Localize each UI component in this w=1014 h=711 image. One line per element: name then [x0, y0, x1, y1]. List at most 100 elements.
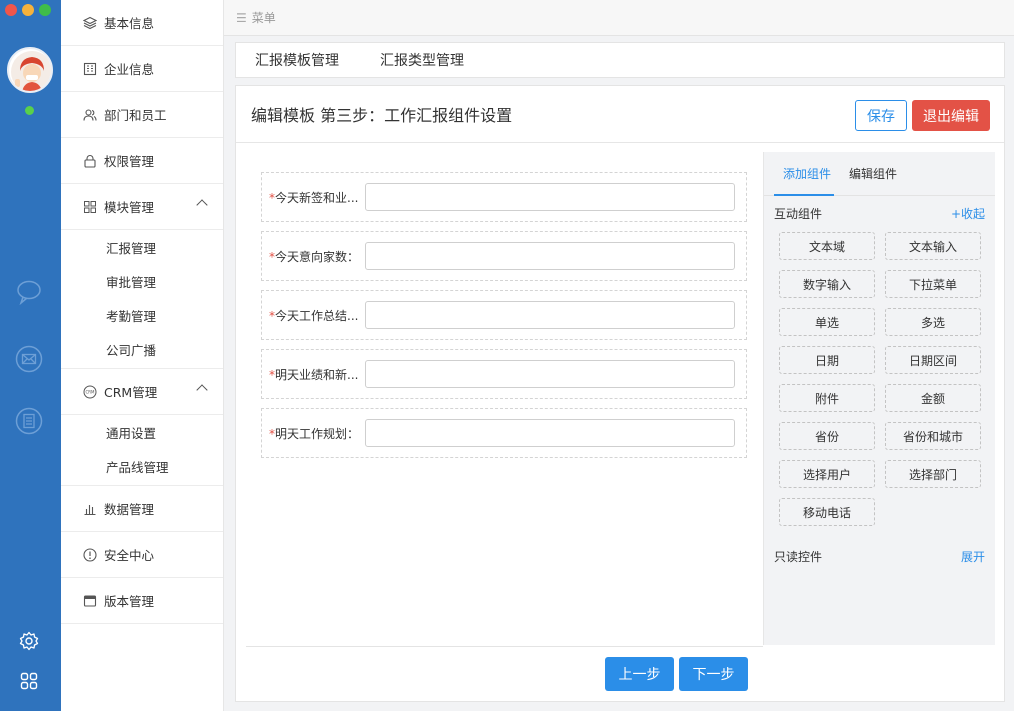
component-item[interactable]: 选择用户	[779, 460, 875, 488]
sidebar-item-label: 数据管理	[104, 502, 155, 517]
svg-text:CRM: CRM	[85, 389, 95, 394]
apps-grid-icon[interactable]	[14, 666, 44, 696]
divider	[246, 646, 763, 647]
minimize-window-button[interactable]	[22, 4, 34, 16]
field-label: *明天工作规划：	[269, 425, 365, 442]
chevron-up-icon[interactable]	[196, 384, 208, 396]
mail-icon[interactable]	[14, 344, 44, 374]
sidebar-item-departments[interactable]: 部门和员工	[61, 92, 223, 138]
chevron-up-icon[interactable]	[196, 199, 208, 211]
sidebar-item-version[interactable]: 版本管理	[61, 578, 223, 624]
expand-link[interactable]: 展开	[961, 548, 985, 565]
sidebar-subitem-general-settings[interactable]: 通用设置	[61, 415, 223, 449]
sidebar-subitem-broadcast[interactable]: 公司广播	[61, 332, 223, 366]
panel-header: 编辑模板 第三步：工作汇报组件设置 保存 退出编辑	[236, 86, 1004, 143]
text-input[interactable]	[365, 360, 735, 388]
sidebar-subitem-product-lines[interactable]: 产品线管理	[61, 449, 223, 483]
sidebar-item-label: CRM管理	[104, 385, 158, 400]
modules-submenu: 汇报管理 审批管理 考勤管理 公司广播	[61, 230, 223, 369]
text-input[interactable]	[365, 301, 735, 329]
component-item[interactable]: 移动电话	[779, 498, 875, 526]
sidebar: 基本信息 企业信息 部门和员工 权限管理 模块管理 汇报管理 审批管理 考勤管理…	[61, 0, 224, 711]
left-rail	[0, 0, 61, 711]
component-item[interactable]: 省份	[779, 422, 875, 450]
text-input[interactable]	[365, 419, 735, 447]
component-item[interactable]: 文本输入	[885, 232, 981, 260]
sidebar-item-label: 版本管理	[104, 594, 155, 609]
interactive-section-header: 互动组件 +收起	[764, 198, 995, 228]
form-field-row[interactable]: *今天新签和业...	[261, 172, 747, 222]
component-item[interactable]: 多选	[885, 308, 981, 336]
sidebar-item-permissions[interactable]: 权限管理	[61, 138, 223, 184]
menu-label[interactable]: 菜单	[252, 9, 276, 26]
maximize-window-button[interactable]	[39, 4, 51, 16]
field-label-text: 今天新签和业...	[275, 190, 359, 205]
form-preview: *今天新签和业... *今天意向家数： *今天工作总结... *明天业绩和新..…	[261, 172, 747, 467]
sidebar-item-company-info[interactable]: 企业信息	[61, 46, 223, 92]
sidebar-item-modules[interactable]: 模块管理	[61, 184, 223, 230]
sidebar-subitem-approval[interactable]: 审批管理	[61, 264, 223, 298]
sidebar-item-label: 模块管理	[104, 200, 155, 215]
tab-report-templates[interactable]: 汇报模板管理	[255, 50, 339, 70]
list-doc-icon[interactable]	[14, 406, 44, 436]
avatar[interactable]	[7, 47, 53, 93]
settings-gear-icon[interactable]	[14, 626, 44, 656]
building-icon	[82, 61, 97, 76]
field-label: *明天业绩和新...	[269, 366, 365, 383]
users-icon	[82, 107, 97, 122]
window-controls	[5, 4, 51, 16]
sidebar-item-security[interactable]: 安全中心	[61, 532, 223, 578]
tab-report-types[interactable]: 汇报类型管理	[380, 50, 464, 70]
component-item[interactable]: 数字输入	[779, 270, 875, 298]
component-panel: 添加组件 编辑组件 互动组件 +收起 文本域 文本输入 数字输入 下拉菜单 单选…	[763, 152, 995, 645]
field-label-text: 今天工作总结...	[275, 308, 359, 323]
modules-icon	[82, 199, 97, 214]
chat-bubble-icon[interactable]	[14, 277, 44, 307]
close-window-button[interactable]	[5, 4, 17, 16]
lock-icon	[82, 153, 97, 168]
page-title: 编辑模板 第三步：工作汇报组件设置	[251, 106, 513, 125]
field-label: *今天意向家数：	[269, 248, 365, 265]
form-field-row[interactable]: *明天业绩和新...	[261, 349, 747, 399]
layers-icon	[82, 15, 97, 30]
component-item[interactable]: 附件	[779, 384, 875, 412]
component-item[interactable]: 下拉菜单	[885, 270, 981, 298]
next-step-button[interactable]: 下一步	[679, 657, 748, 691]
hamburger-menu-icon[interactable]: ☰	[236, 11, 247, 25]
component-item[interactable]: 日期区间	[885, 346, 981, 374]
previous-step-button[interactable]: 上一步	[605, 657, 674, 691]
sidebar-item-label: 企业信息	[104, 62, 155, 77]
form-field-row[interactable]: *今天意向家数：	[261, 231, 747, 281]
form-field-row[interactable]: *明天工作规划：	[261, 408, 747, 458]
online-status-dot	[25, 106, 34, 115]
text-input[interactable]	[365, 183, 735, 211]
sidebar-item-basic-info[interactable]: 基本信息	[61, 0, 223, 46]
component-item[interactable]: 金额	[885, 384, 981, 412]
component-item[interactable]: 文本域	[779, 232, 875, 260]
readonly-section-header: 只读控件 展开	[764, 541, 995, 571]
component-item[interactable]: 选择部门	[885, 460, 981, 488]
sidebar-item-crm[interactable]: CRM CRM管理	[61, 369, 223, 415]
component-item[interactable]: 单选	[779, 308, 875, 336]
bar-chart-icon	[82, 501, 97, 516]
collapse-link[interactable]: +收起	[951, 205, 985, 222]
tab-add-component[interactable]: 添加组件	[783, 165, 831, 182]
field-label: *今天工作总结...	[269, 307, 365, 324]
exit-edit-button[interactable]: 退出编辑	[912, 100, 990, 131]
section-title: 只读控件	[774, 549, 823, 564]
template-editor-panel: 编辑模板 第三步：工作汇报组件设置 保存 退出编辑 *今天新签和业... *今天…	[235, 85, 1005, 702]
sidebar-item-data[interactable]: 数据管理	[61, 486, 223, 532]
tab-edit-component[interactable]: 编辑组件	[849, 165, 897, 182]
sidebar-subitem-report[interactable]: 汇报管理	[61, 230, 223, 264]
crm-icon: CRM	[82, 384, 97, 399]
sidebar-subitem-attendance[interactable]: 考勤管理	[61, 298, 223, 332]
component-item[interactable]: 省份和城市	[885, 422, 981, 450]
form-field-row[interactable]: *今天工作总结...	[261, 290, 747, 340]
save-button[interactable]: 保存	[855, 100, 907, 131]
component-item[interactable]: 日期	[779, 346, 875, 374]
text-input[interactable]	[365, 242, 735, 270]
field-label-text: 明天工作规划：	[275, 426, 360, 441]
active-tab-indicator	[774, 194, 834, 196]
field-label: *今天新签和业...	[269, 189, 365, 206]
window-icon	[82, 593, 97, 608]
